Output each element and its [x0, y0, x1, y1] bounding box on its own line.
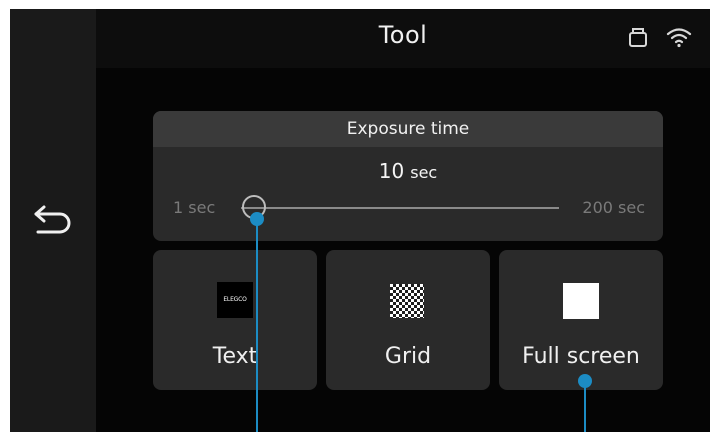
slider-max-label: 200 sec — [582, 198, 645, 217]
wifi-icon — [666, 28, 692, 48]
storage-icon — [629, 28, 647, 47]
return-arrow-icon — [34, 205, 71, 234]
exposure-value-number: 10 — [378, 159, 405, 183]
white-square-icon — [563, 283, 599, 319]
full-screen-callout-line — [584, 381, 586, 432]
full-screen-button-label: Full screen — [522, 344, 640, 369]
full-screen-callout-dot — [578, 374, 592, 388]
exposure-slider-track[interactable] — [241, 207, 559, 209]
back-button[interactable] — [24, 193, 82, 249]
text-button-label: Text — [212, 344, 258, 369]
exposure-time-panel: Exposure time 10 sec 1 sec 200 sec — [153, 111, 663, 241]
checkerboard-icon — [390, 284, 424, 318]
page-title: Tool — [378, 21, 428, 49]
slider-callout-line — [256, 214, 258, 432]
slider-min-label: 1 sec — [173, 198, 216, 217]
grid-button[interactable]: Grid — [326, 250, 490, 390]
slider-callout-dot — [250, 212, 264, 226]
full-screen-button[interactable]: Full screen — [499, 250, 663, 390]
exposure-time-title: Exposure time — [153, 111, 663, 147]
exposure-value: 10 sec — [153, 159, 663, 183]
text-button[interactable]: ELEGCO Text — [153, 250, 317, 390]
top-bar: Tool — [96, 9, 710, 68]
exposure-value-unit: sec — [410, 163, 438, 182]
elegco-logo-icon: ELEGCO — [217, 282, 253, 318]
grid-button-label: Grid — [384, 344, 432, 369]
printer-screen: Tool Exposure time 10 sec 1 sec 200 sec E… — [10, 9, 710, 432]
sidebar — [10, 9, 96, 432]
